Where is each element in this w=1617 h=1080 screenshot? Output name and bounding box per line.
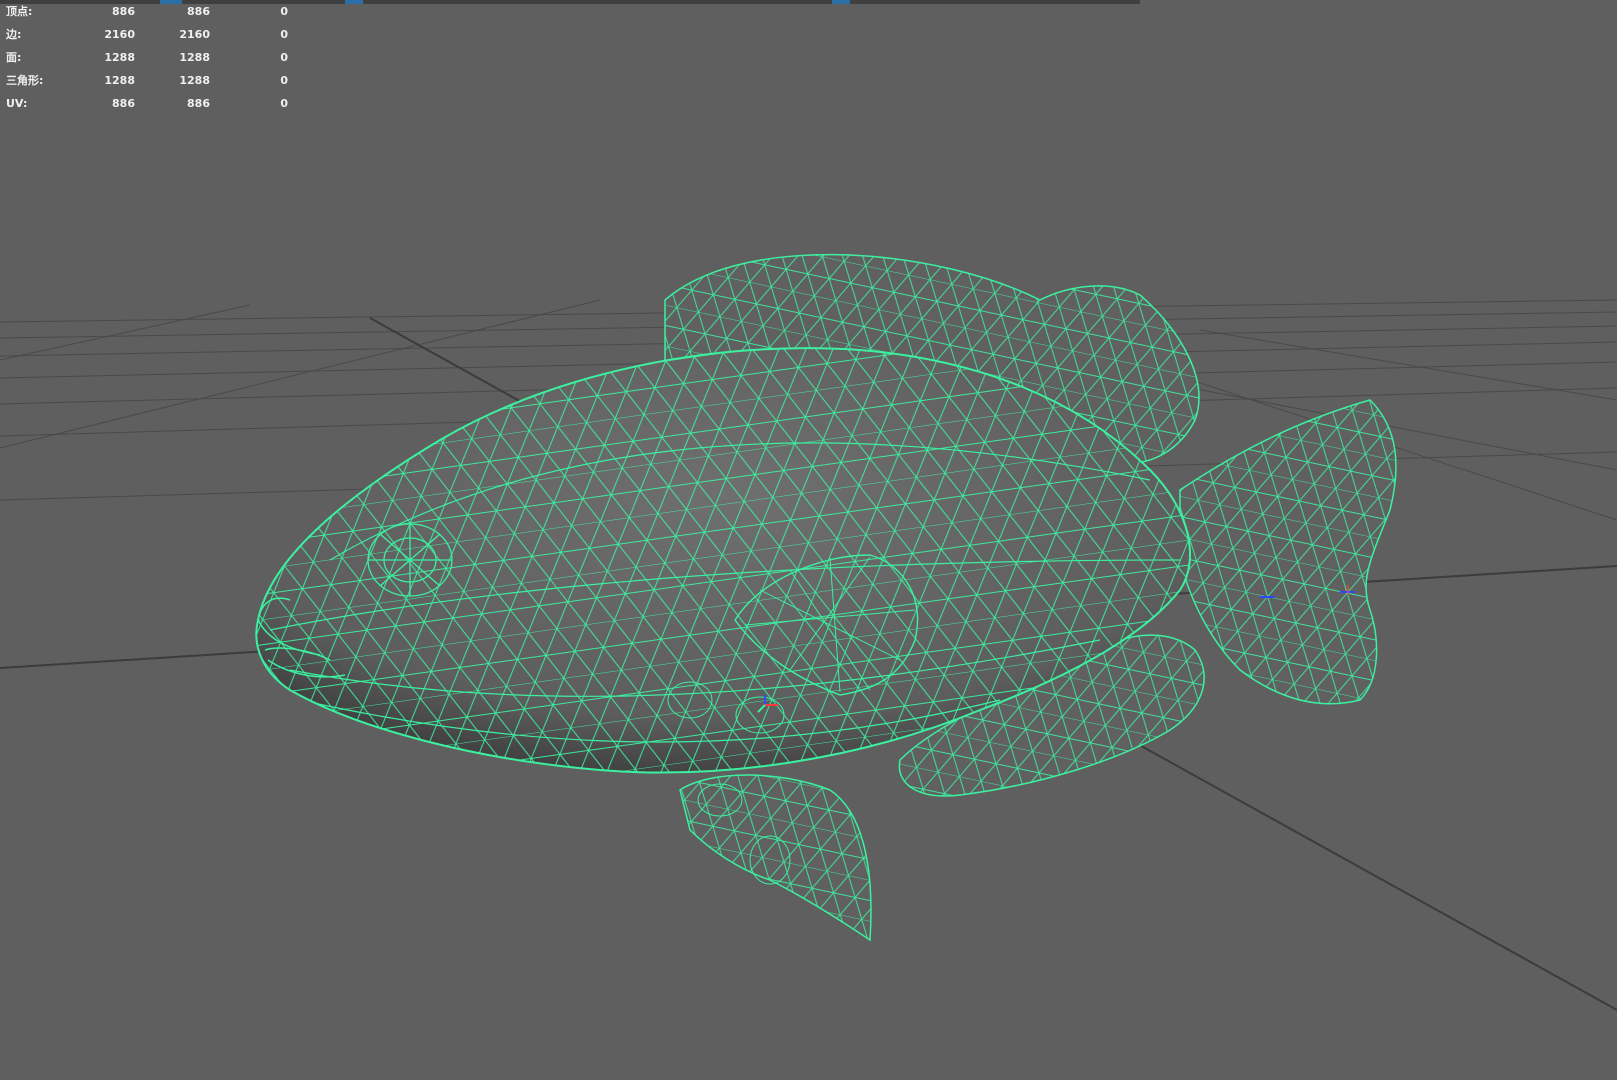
tail-fin-mesh — [1180, 400, 1396, 704]
hud-label: 面: — [6, 51, 22, 64]
hud-label: UV: — [6, 97, 28, 110]
hud-value: 886 — [187, 5, 210, 18]
hud-value: 886 — [187, 97, 210, 110]
fish-eye[interactable] — [367, 523, 453, 597]
fish-wireframe-model[interactable] — [240, 253, 1397, 942]
hud-row-uvs: UV: 886 886 0 — [0, 96, 300, 119]
hud-row-vertices: 顶点: 886 886 0 — [0, 4, 300, 27]
hud-label: 顶点: — [6, 5, 33, 18]
poly-count-hud: 顶点: 886 886 0 边: 2160 2160 0 面: 1288 128… — [0, 4, 300, 119]
hud-value: 1288 — [179, 51, 210, 64]
hud-value: 2160 — [104, 28, 135, 41]
hud-label: 三角形: — [6, 74, 44, 87]
hud-value: 0 — [280, 5, 288, 18]
hud-value: 0 — [280, 51, 288, 64]
hud-value: 886 — [112, 97, 135, 110]
hud-value: 0 — [280, 28, 288, 41]
hud-value: 1288 — [179, 74, 210, 87]
hud-value: 0 — [280, 74, 288, 87]
hud-row-faces: 面: 1288 1288 0 — [0, 50, 300, 73]
hud-value: 1288 — [104, 74, 135, 87]
hud-value: 0 — [280, 97, 288, 110]
hud-row-edges: 边: 2160 2160 0 — [0, 27, 300, 50]
hud-value: 886 — [112, 5, 135, 18]
3d-viewport[interactable]: 顶点: 886 886 0 边: 2160 2160 0 面: 1288 128… — [0, 0, 1617, 1080]
scene-canvas[interactable] — [0, 0, 1617, 1080]
hud-value: 2160 — [179, 28, 210, 41]
hud-row-triangles: 三角形: 1288 1288 0 — [0, 73, 300, 96]
hud-value: 1288 — [104, 51, 135, 64]
hud-label: 边: — [6, 28, 22, 41]
